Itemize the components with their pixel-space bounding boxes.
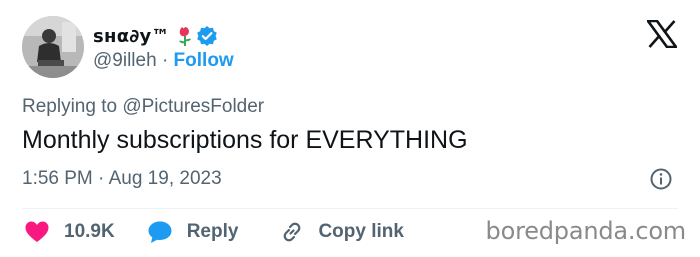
copy-link-label: Copy link xyxy=(318,221,404,242)
tweet-timestamp[interactable]: 1:56 PM · Aug 19, 2023 xyxy=(22,168,222,190)
handle-separator: · xyxy=(161,50,169,71)
replying-to-mention[interactable]: @PicturesFolder xyxy=(122,96,264,117)
info-icon[interactable] xyxy=(649,167,673,191)
reply-button[interactable]: Reply xyxy=(147,220,239,244)
divider xyxy=(22,208,678,209)
like-count: 10.9K xyxy=(64,221,115,242)
avatar-photo xyxy=(22,16,84,78)
reply-bubble-icon xyxy=(148,221,172,243)
rose-emoji-icon xyxy=(177,25,193,47)
heart-icon xyxy=(25,221,49,242)
action-bar: 10.9K Reply Copy link xyxy=(24,218,404,246)
follow-button[interactable]: Follow xyxy=(174,50,234,71)
author-handle[interactable]: @9illeh xyxy=(93,50,157,71)
link-icon xyxy=(284,222,301,242)
author-handle-row: @9illeh · Follow xyxy=(93,50,234,72)
avatar[interactable] xyxy=(22,16,84,78)
verified-badge-icon[interactable] xyxy=(196,25,218,47)
replying-to-line: Replying to @PicturesFolder xyxy=(22,96,264,118)
tweet-text: Monthly subscriptions for EVERYTHING xyxy=(22,126,468,154)
author-display-name[interactable]: ѕнα∂у™ xyxy=(93,26,170,47)
watermark: boredpanda.com xyxy=(485,217,687,245)
x-logo-icon[interactable] xyxy=(647,20,677,48)
author-name-row: ѕнα∂у™ xyxy=(93,22,218,50)
copy-link-button[interactable]: Copy link xyxy=(280,220,404,244)
replying-prefix: Replying to xyxy=(22,96,118,117)
reply-label: Reply xyxy=(186,221,239,242)
like-button[interactable]: 10.9K xyxy=(24,220,115,244)
